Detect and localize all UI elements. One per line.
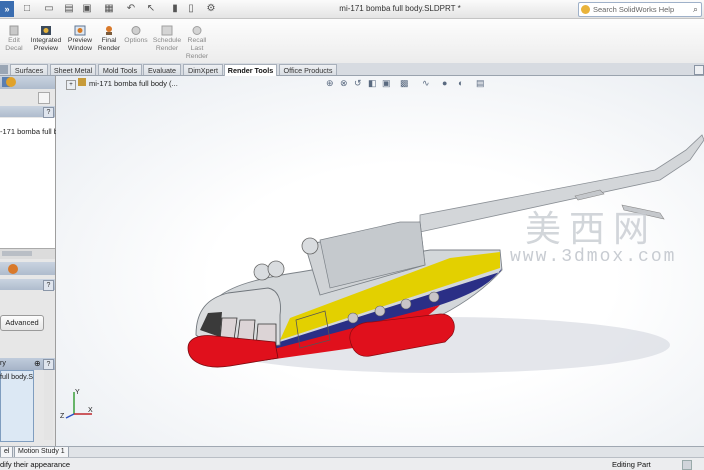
section-view-icon[interactable]: ◧ xyxy=(368,78,377,89)
select-icon[interactable]: ↖ xyxy=(144,3,158,15)
lower-help-icon[interactable]: ? xyxy=(43,280,54,291)
integrated-preview-button[interactable]: Integrated Preview xyxy=(28,21,64,61)
window-2 xyxy=(374,305,386,317)
schedule-render-label: Schedule Render xyxy=(152,37,182,52)
panel-tab-strip xyxy=(0,76,55,89)
scrollbar-thumb[interactable] xyxy=(2,251,32,256)
status-bar: dify their appearance Editing Part xyxy=(0,457,704,470)
coordinate-triad: Y X Z xyxy=(60,386,96,422)
window-1 xyxy=(347,312,359,324)
recall-render-icon xyxy=(192,26,202,35)
collapse-icon[interactable]: ⊕ xyxy=(34,359,41,368)
options-button[interactable]: Options xyxy=(122,21,150,61)
panel-header: ? xyxy=(0,106,55,118)
solidworks-logo-icon[interactable]: » xyxy=(0,1,14,17)
edit-appearance-icon[interactable]: ● xyxy=(442,78,447,88)
search-icon[interactable]: ⌕ xyxy=(693,4,698,15)
advanced-button[interactable]: Advanced xyxy=(0,315,44,331)
command-tab-bar: Surfaces Sheet Metal Mold Tools Evaluate… xyxy=(0,63,704,76)
hide-show-items-icon[interactable]: ∿ xyxy=(422,78,430,89)
recall-last-render-button[interactable]: Recall Last Render xyxy=(184,21,210,61)
rebuild-icon[interactable]: ▮ xyxy=(168,3,182,15)
previous-view-icon[interactable]: ↺ xyxy=(354,78,362,89)
tab-evaluate[interactable]: Evaluate xyxy=(143,64,181,75)
status-mode: Editing Part xyxy=(612,460,651,469)
lower-panel-tab-strip xyxy=(0,262,55,275)
tab-mold-tools[interactable]: Mold Tools xyxy=(98,64,142,75)
preview-window-icon xyxy=(74,25,86,36)
display-style-icon[interactable]: ▩ xyxy=(400,78,409,89)
engine-intake-left xyxy=(253,263,271,281)
appearance-file-item[interactable]: full body.S xyxy=(0,372,33,381)
lower-panel-header: ? xyxy=(0,279,55,291)
display-manager-tab-icon[interactable] xyxy=(8,264,18,274)
file-properties-icon[interactable]: ▯ xyxy=(184,3,198,15)
window-3 xyxy=(400,298,412,310)
feature-list xyxy=(0,118,55,248)
tree-root-label: mi-171 bomba full body (... xyxy=(89,79,178,88)
axis-x-label: X xyxy=(88,407,93,414)
tab-scroll-left-icon[interactable] xyxy=(0,65,8,74)
engine-exhaust xyxy=(301,237,319,255)
axis-y-label: Y xyxy=(75,389,80,396)
edit-decal-button[interactable]: Edit Decal xyxy=(2,21,26,61)
tab-office-products[interactable]: Office Products xyxy=(279,64,337,75)
filter-icon[interactable] xyxy=(38,92,50,104)
help-search-box[interactable]: ⌕ xyxy=(578,2,702,17)
preview-window-label: Preview Window xyxy=(67,37,93,52)
print-icon[interactable]: ▤ xyxy=(62,3,76,15)
open-file-icon[interactable]: ▭ xyxy=(42,3,56,15)
horizontal-scrollbar[interactable] xyxy=(0,248,55,259)
appearance-tab-icon[interactable] xyxy=(6,77,16,87)
help-search-input[interactable] xyxy=(593,4,685,15)
part-icon xyxy=(78,78,86,86)
tab-surfaces[interactable]: Surfaces xyxy=(10,64,48,75)
recall-last-render-label: Recall Last Render xyxy=(185,37,209,60)
flyout-tree-root[interactable]: + mi-171 bomba full body (... xyxy=(66,78,178,90)
decal-icon xyxy=(9,25,19,36)
section-label: ry xyxy=(0,360,6,367)
zoom-to-fit-icon[interactable]: ⊕ xyxy=(326,78,334,89)
integrated-preview-label: Integrated Preview xyxy=(30,37,62,52)
watermark-chinese: 美西网 xyxy=(525,209,658,250)
view-settings-icon[interactable]: ▤ xyxy=(476,78,485,89)
schedule-render-button[interactable]: Schedule Render xyxy=(150,21,184,61)
section-help-icon[interactable]: ? xyxy=(43,359,54,370)
tab-dimxpert[interactable]: DimXpert xyxy=(183,64,223,75)
preview-window-button[interactable]: Preview Window xyxy=(64,21,96,61)
help-icon[interactable]: ? xyxy=(43,107,54,118)
save-icon[interactable]: ▣ xyxy=(80,3,94,15)
view-orientation-icon[interactable]: ▣ xyxy=(382,78,391,89)
undo-icon[interactable]: ↶ xyxy=(124,3,138,15)
final-render-label: Final Render xyxy=(97,37,121,52)
apply-scene-icon[interactable]: ◐ xyxy=(458,78,463,88)
window-4 xyxy=(428,291,440,303)
new-document-icon[interactable]: □ xyxy=(20,3,34,15)
feature-tree-item[interactable]: -171 bomba full bo xyxy=(0,127,62,136)
title-bar: » □ ▭ ▤ ▣ ▦ ↶ ↖ ▮ ▯ ⚙ mi-171 bomba full … xyxy=(0,0,704,19)
watermark-url: www.3dmox.com xyxy=(510,247,677,267)
tab-render-tools[interactable]: Render Tools xyxy=(224,64,277,76)
integrated-preview-icon xyxy=(41,26,51,35)
command-manager-ribbon: Edit Decal Integrated Preview Preview Windo… xyxy=(0,19,704,63)
options-icon xyxy=(131,26,141,35)
solidworks-search-icon xyxy=(581,5,590,14)
schedule-render-icon xyxy=(161,25,173,36)
options-gear-icon[interactable]: ⚙ xyxy=(204,3,218,15)
section-header: ry ⊕ ? xyxy=(0,358,55,370)
final-render-button[interactable]: Final Render xyxy=(96,21,122,61)
restore-panel-icon[interactable] xyxy=(694,65,704,75)
engine-intake-right xyxy=(267,260,285,278)
print-preview-icon[interactable]: ▦ xyxy=(102,3,116,15)
options-label: Options xyxy=(124,37,148,44)
vertical-scrollbar[interactable] xyxy=(44,370,53,440)
document-title: mi-171 bomba full body.SLDPRT * xyxy=(339,4,461,13)
axis-z-label: Z xyxy=(60,413,65,420)
final-render-icon xyxy=(106,26,112,35)
edit-decal-label: Edit Decal xyxy=(5,37,23,52)
status-message: dify their appearance xyxy=(0,460,71,469)
tab-sheet-metal[interactable]: Sheet Metal xyxy=(50,64,96,75)
zoom-to-area-icon[interactable]: ⊗ xyxy=(340,78,348,89)
expand-icon[interactable]: + xyxy=(66,80,76,90)
